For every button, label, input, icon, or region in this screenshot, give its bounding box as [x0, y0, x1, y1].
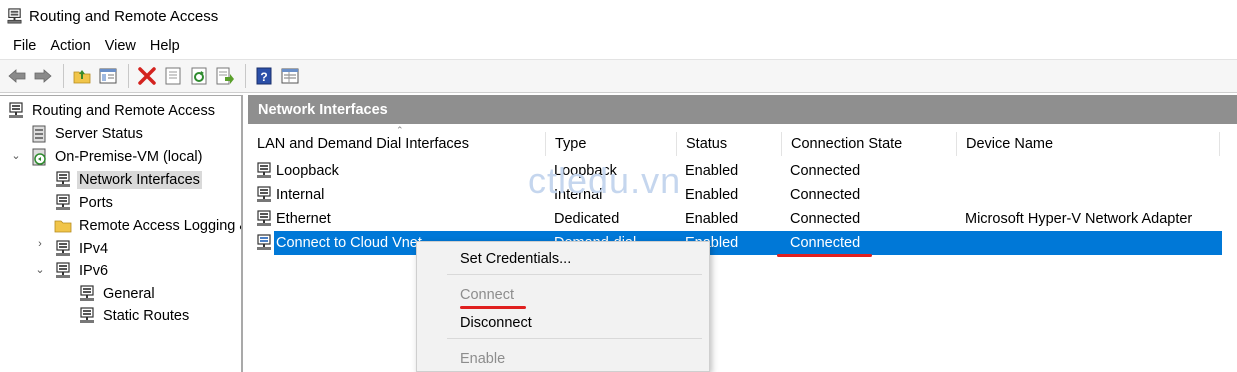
cell-name: Connect to Cloud Vnet [276, 235, 422, 251]
tree-label: On-Premise-VM (local) [55, 149, 203, 165]
sort-indicator-icon: ⌃ [396, 125, 404, 135]
tree-item-remote-access-logging[interactable]: Remote Access Logging & [54, 215, 243, 237]
network-interface-icon [56, 171, 70, 187]
chevron-right-icon[interactable]: › [34, 238, 46, 250]
menu-view[interactable]: View [98, 38, 143, 54]
tree-item-server-status[interactable]: Server Status [30, 123, 145, 145]
toolbar-separator [128, 64, 129, 88]
tree-label: General [103, 286, 155, 302]
tree-item-ports[interactable]: Ports [54, 192, 115, 214]
pane-header: Network Interfaces [248, 95, 1237, 124]
menu-help[interactable]: Help [143, 38, 187, 54]
tree-item-general[interactable]: General [78, 283, 157, 305]
annotation-underline [777, 254, 872, 257]
window-title: Routing and Remote Access [29, 8, 219, 25]
tree-label: Routing and Remote Access [32, 103, 215, 119]
cell-connection-state: Connected [790, 211, 861, 227]
column-header-type[interactable]: Type [546, 132, 677, 156]
svg-text:?: ? [260, 70, 267, 84]
static-routes-icon [80, 307, 94, 323]
properties-icon[interactable] [161, 64, 185, 88]
table-row[interactable]: Ethernet Dedicated Enabled Connected Mic… [248, 207, 1222, 231]
menu-file[interactable]: File [6, 38, 43, 54]
up-folder-icon[interactable] [70, 64, 94, 88]
menu-item-enable[interactable]: Enable [460, 351, 505, 367]
menu-item-connect[interactable]: Connect [460, 287, 514, 303]
tree-item-ipv6[interactable]: IPv6 [54, 260, 110, 282]
console-tree: Routing and Remote Access Server Status … [0, 95, 243, 372]
tree-label: Ports [79, 195, 113, 211]
cell-status: Enabled [685, 211, 739, 227]
column-header-status[interactable]: Status [677, 132, 782, 156]
delete-icon[interactable] [135, 64, 159, 88]
cell-status: Enabled [685, 187, 739, 203]
server-status-icon [32, 125, 46, 143]
cell-type: Loopback [554, 163, 617, 179]
tree-item-root[interactable]: Routing and Remote Access [7, 100, 217, 122]
column-headers: ⌃ LAN and Demand Dial Interfaces Type St… [248, 125, 1237, 156]
tree-item-network-interfaces[interactable]: Network Interfaces [54, 169, 202, 191]
folder-icon [54, 220, 72, 233]
network-interface-icon [257, 162, 271, 178]
cell-status: Enabled [685, 163, 739, 179]
toolbar-separator [63, 64, 64, 88]
column-header-connection-state[interactable]: Connection State [782, 132, 957, 156]
cell-name: Loopback [276, 163, 339, 179]
annotation-underline [460, 306, 526, 309]
ipv6-icon [56, 262, 70, 278]
tree-item-ipv4[interactable]: IPv4 [54, 238, 110, 260]
toolbar: ? [0, 59, 1237, 93]
server-running-icon [32, 148, 46, 166]
tree-label: Static Routes [103, 308, 190, 324]
tree-label: IPv4 [79, 241, 109, 257]
demand-dial-interface-icon [257, 234, 271, 250]
menu-separator [447, 338, 702, 339]
menu-item-set-credentials[interactable]: Set Credentials... [460, 251, 571, 267]
toolbar-separator [245, 64, 246, 88]
back-arrow-icon[interactable] [5, 64, 29, 88]
title-bar: Routing and Remote Access [0, 0, 1237, 33]
cell-device-name: Microsoft Hyper-V Network Adapter [965, 211, 1193, 227]
tree-label: Server Status [55, 126, 143, 142]
routing-server-icon [9, 102, 23, 118]
show-hide-tree-icon[interactable] [96, 64, 120, 88]
menu-bar: File Action View Help [0, 33, 1237, 59]
cell-connection-state: Connected [790, 235, 861, 251]
console-view-icon[interactable] [278, 64, 302, 88]
cell-name: Internal [276, 187, 325, 203]
cell-type: Internal [554, 187, 603, 203]
network-interface-icon [257, 186, 271, 202]
cell-type: Dedicated [554, 211, 620, 227]
table-row[interactable]: Loopback Loopback Enabled Connected [248, 159, 1222, 183]
details-pane: Network Interfaces ⌃ LAN and Demand Dial… [248, 95, 1237, 372]
forward-arrow-icon[interactable] [31, 64, 55, 88]
network-interface-icon [257, 210, 271, 226]
column-header-device-name[interactable]: Device Name [957, 132, 1220, 156]
tree-label: IPv6 [79, 263, 109, 279]
refresh-icon[interactable] [187, 64, 211, 88]
help-icon[interactable]: ? [252, 64, 276, 88]
menu-action[interactable]: Action [43, 38, 97, 54]
cell-connection-state: Connected [790, 187, 861, 203]
menu-item-disconnect[interactable]: Disconnect [460, 315, 532, 331]
tree-item-server[interactable]: On-Premise-VM (local) [30, 146, 204, 168]
routing-server-icon [7, 8, 22, 24]
general-icon [80, 285, 94, 301]
cell-connection-state: Connected [790, 163, 861, 179]
cell-name: Ethernet [276, 211, 331, 227]
export-list-icon[interactable] [213, 64, 237, 88]
ports-icon [56, 194, 70, 210]
chevron-down-icon[interactable]: ⌄ [34, 263, 46, 276]
tree-label: Remote Access Logging & [79, 218, 243, 234]
chevron-down-icon[interactable]: ⌄ [10, 149, 22, 162]
ipv4-icon [56, 240, 70, 256]
tree-item-static-routes[interactable]: Static Routes [78, 305, 191, 327]
tree-label: Network Interfaces [77, 171, 202, 189]
table-row[interactable]: Internal Internal Enabled Connected [248, 183, 1222, 207]
menu-separator [447, 274, 702, 275]
